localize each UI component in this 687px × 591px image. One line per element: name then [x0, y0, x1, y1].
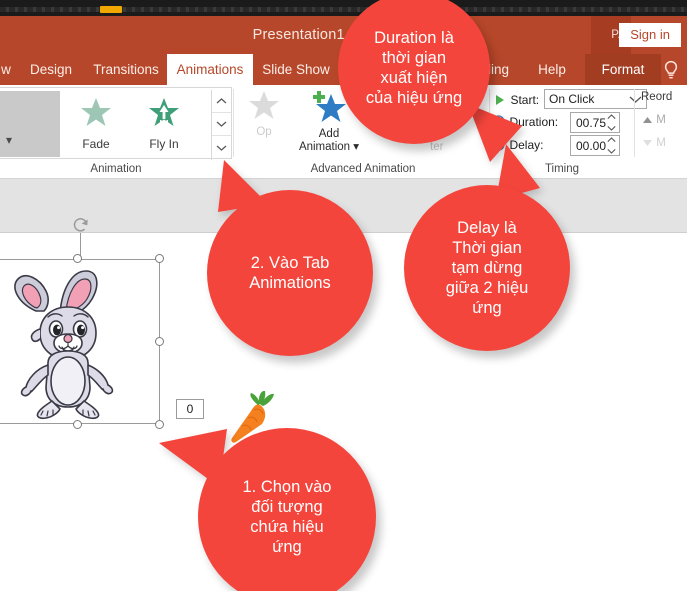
animation-fly-in-label: Fly In [149, 137, 179, 151]
triangle-up-icon [642, 114, 656, 126]
delay-callout[interactable]: Delay là Thời gian tạm dừng giữa 2 hiệu … [404, 185, 570, 351]
gallery-previous-item[interactable]: ▾ [0, 91, 60, 157]
powerpoint-window: Presentation1 - PowerPoint P... Sign in … [0, 0, 687, 591]
star-arrow-icon [130, 96, 198, 133]
quick-access-toolbar-strip [0, 0, 687, 16]
resize-handle-ne[interactable] [155, 254, 164, 263]
move-later-button[interactable]: M [642, 137, 666, 149]
move-earlier-label: M [656, 114, 666, 126]
delay-value: 00.00 [576, 139, 607, 153]
delay-stepper[interactable] [606, 137, 617, 154]
add-animation-label-2: Animation ▾ [298, 141, 360, 153]
star-grey-icon [247, 91, 281, 125]
start-value: On Click [549, 92, 595, 106]
add-animation-label-1: Add [318, 128, 340, 140]
resize-handle-e[interactable] [155, 337, 164, 346]
add-star-icon [311, 91, 347, 127]
animation-fly-in[interactable]: Fly In [130, 91, 198, 157]
delay-input[interactable]: 00.00 [570, 135, 620, 156]
resize-handle-s[interactable] [73, 420, 82, 429]
gallery-caret-icon: ▾ [6, 133, 13, 147]
reorder-animation-header: Reord [641, 91, 673, 103]
animation-order-badge[interactable]: 0 [176, 399, 204, 419]
group-separator-3 [634, 89, 635, 157]
animation-gallery[interactable]: ▾ Fade Fly In [0, 87, 232, 160]
tab-slide-show[interactable]: Slide Show [257, 54, 335, 85]
group-label-animation: Animation [90, 163, 142, 175]
rotate-icon[interactable] [71, 215, 91, 235]
move-later-label: M [656, 137, 666, 149]
group-separator-1 [233, 89, 234, 157]
advanced-animation-command[interactable]: ter [430, 141, 443, 153]
effect-options-label: Op [256, 126, 272, 138]
tab-design[interactable]: Design [22, 54, 80, 85]
duration-input[interactable]: 00.75 [570, 112, 620, 133]
tab-view[interactable]: w [0, 54, 18, 85]
duration-stepper[interactable] [606, 114, 617, 131]
triangle-down-icon [642, 137, 656, 149]
tab-format[interactable]: Format [585, 54, 661, 85]
star-icon [62, 96, 130, 133]
gallery-more-icon[interactable] [212, 136, 231, 159]
tab-help[interactable]: Help [528, 54, 576, 85]
effect-options-button[interactable]: Op [236, 89, 292, 157]
lightbulb-icon[interactable] [659, 58, 683, 82]
tab-transitions[interactable]: Transitions [86, 54, 166, 85]
duration-value: 00.75 [576, 116, 607, 130]
resize-handle-n[interactable] [73, 254, 82, 263]
gallery-scroll-up-icon[interactable] [212, 90, 231, 113]
start-dropdown[interactable]: On Click [544, 89, 647, 109]
rabbit-image[interactable] [0, 254, 164, 429]
ribbon-body: ▾ Fade Fly In Animation Op Add Animation… [0, 85, 687, 179]
qat-highlight-icon [100, 6, 122, 13]
animation-fade-label: Fade [82, 137, 110, 151]
animation-fade[interactable]: Fade [62, 91, 130, 157]
gallery-scrollbar[interactable] [211, 90, 231, 160]
tab-animations-callout[interactable]: 2. Vào Tab Animations [207, 190, 373, 356]
tab-animations[interactable]: Animations [167, 54, 253, 85]
gallery-scroll-down-icon[interactable] [212, 113, 231, 136]
sign-in-button[interactable]: Sign in [619, 23, 681, 47]
move-earlier-button[interactable]: M [642, 114, 666, 126]
